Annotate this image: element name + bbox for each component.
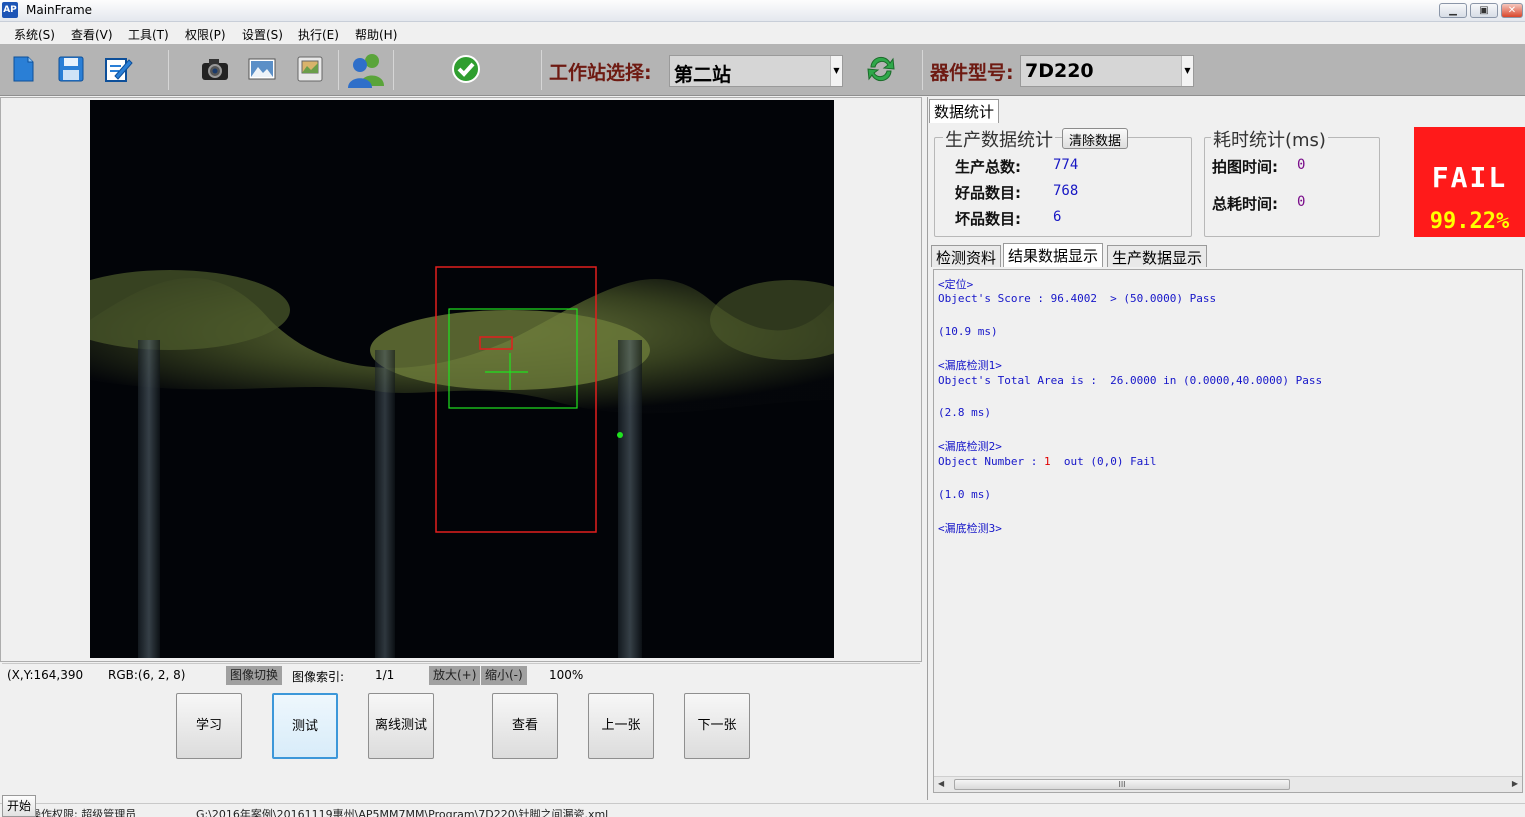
bad-count-label: 坏品数目: — [955, 210, 1021, 228]
camera-icon[interactable] — [200, 54, 230, 84]
test-button[interactable]: 测试 — [272, 693, 338, 759]
toolbar-separator — [168, 50, 169, 90]
tab-production-data[interactable]: 生产数据显示 — [1107, 245, 1208, 267]
capture-time-label: 拍图时间: — [1212, 158, 1278, 176]
good-count-value: 768 — [1053, 183, 1079, 199]
log-line: (1.0 ms) — [938, 488, 991, 501]
scrollbar-thumb[interactable]: III — [954, 779, 1290, 790]
minimize-button[interactable]: ▁ — [1439, 3, 1467, 18]
image-panel — [0, 97, 922, 662]
station-select[interactable]: 第二站 ▼ — [669, 55, 843, 87]
previous-image-button[interactable]: 上一张 — [588, 693, 654, 759]
tab-inspection-info[interactable]: 检测资料 — [931, 245, 1002, 267]
app-icon: AP — [2, 2, 18, 18]
save-icon[interactable] — [56, 54, 86, 84]
inspection-image — [90, 100, 834, 658]
production-stats-title: 生产数据统计 — [943, 126, 1055, 152]
menu-help[interactable]: 帮助(H) — [355, 26, 397, 43]
log-line: <漏底检测2> — [938, 440, 1002, 453]
log-line: <定位> — [938, 278, 974, 291]
capture-time-value: 0 — [1297, 157, 1306, 173]
device-select[interactable]: 7D220 ▼ — [1020, 55, 1194, 87]
edit-icon[interactable] — [103, 54, 133, 84]
yield-rate: 99.22% — [1429, 209, 1510, 234]
time-stats-group: 耗时统计(ms) — [1204, 126, 1380, 237]
image-status-strip: (X,Y:164,390 RGB:(6, 2, 8) 图像切换 图像索引: 1/… — [2, 663, 920, 686]
start-button[interactable]: 开始 — [2, 795, 36, 817]
program-path: G:\2016年案例\20161119惠州\AP5MM7MM\Program\7… — [196, 808, 609, 817]
total-count-label: 生产总数: — [955, 158, 1021, 176]
view-button[interactable]: 查看 — [492, 693, 558, 759]
image-index-label: 图像索引: — [292, 670, 345, 684]
camera-image-view[interactable] — [90, 100, 834, 658]
maximize-button[interactable]: ▣ — [1470, 3, 1498, 18]
result-indicator: FAIL 99.22% — [1414, 127, 1525, 237]
permission-status: 操作权限: 超级管理员 — [30, 808, 137, 817]
zoom-in-button[interactable]: 放大(+) — [429, 666, 481, 685]
users-icon[interactable] — [347, 50, 387, 90]
next-image-button[interactable]: 下一张 — [684, 693, 750, 759]
log-object-number-prefix: Object Number : — [938, 455, 1044, 468]
log-line: (2.8 ms) — [938, 406, 991, 419]
toolbar-separator — [338, 50, 339, 90]
scroll-left-icon[interactable]: ◀ — [938, 779, 944, 788]
good-count-label: 好品数目: — [955, 184, 1021, 202]
total-time-label: 总耗时间: — [1212, 195, 1278, 213]
tab-result-data[interactable]: 结果数据显示 — [1003, 243, 1104, 267]
refresh-icon[interactable] — [866, 54, 896, 84]
image-switch-button[interactable]: 图像切换 — [226, 666, 283, 685]
toolbar: 工作站选择: 第二站 ▼ 器件型号: 7D220 ▼ — [0, 44, 1525, 96]
menu-bar: 系统(S) 查看(V) 工具(T) 权限(P) 设置(S) 执行(E) 帮助(H… — [0, 22, 1525, 44]
toolbar-separator — [922, 50, 923, 90]
station-label: 工作站选择: — [549, 62, 652, 84]
pixel-rgb: RGB:(6, 2, 8) — [108, 668, 186, 682]
menu-view[interactable]: 查看(V) — [71, 26, 113, 43]
scroll-right-icon[interactable]: ▶ — [1512, 779, 1518, 788]
image-save-icon[interactable] — [295, 54, 325, 84]
total-time-value: 0 — [1297, 194, 1306, 210]
bad-count-value: 6 — [1053, 209, 1062, 225]
zoom-out-button[interactable]: 缩小(-) — [481, 666, 527, 685]
station-value: 第二站 — [674, 64, 732, 86]
menu-system[interactable]: 系统(S) — [14, 26, 55, 43]
horizontal-scrollbar[interactable]: ◀ III ▶ — [934, 776, 1522, 792]
image-index-value: 1/1 — [375, 668, 395, 682]
image-icon[interactable] — [247, 54, 277, 84]
device-label: 器件型号: — [930, 62, 1014, 84]
chevron-down-icon[interactable]: ▼ — [1181, 56, 1193, 86]
zoom-level: 100% — [549, 668, 584, 682]
toolbar-separator — [541, 50, 542, 90]
result-status: FAIL — [1431, 161, 1508, 194]
offline-test-button[interactable]: 离线测试 — [368, 693, 434, 759]
clear-data-button[interactable]: 清除数据 — [1062, 128, 1129, 149]
status-bar: 操作权限: 超级管理员 G:\2016年案例\20161119惠州\AP5MM7… — [0, 803, 1525, 817]
new-file-icon[interactable] — [9, 54, 39, 84]
result-log[interactable]: <定位> Object's Score : 96.4002 > (50.0000… — [933, 269, 1523, 793]
toolbar-separator — [393, 50, 394, 90]
log-line: Object's Total Area is : 26.0000 in (0.0… — [938, 374, 1323, 387]
chevron-down-icon[interactable]: ▼ — [830, 56, 842, 86]
log-object-number-value: 1 — [1043, 455, 1051, 468]
log-object-number-suffix: out (0,0) Fail — [1050, 455, 1157, 468]
log-line: <漏底检测3> — [938, 522, 1002, 535]
time-stats-title: 耗时统计(ms) — [1211, 126, 1328, 152]
menu-settings[interactable]: 设置(S) — [242, 26, 283, 43]
log-line: Object Number : 1 out (0,0) Fail — [938, 455, 1157, 468]
close-button[interactable]: ✕ — [1501, 3, 1523, 18]
device-value: 7D220 — [1025, 60, 1094, 82]
window-title: MainFrame — [26, 3, 93, 17]
learn-button[interactable]: 学习 — [176, 693, 242, 759]
tab-data-stats[interactable]: 数据统计 — [929, 99, 1000, 123]
cursor-coords: (X,Y:164,390 — [7, 668, 84, 682]
log-line: (10.9 ms) — [938, 325, 998, 338]
log-line: Object's Score : 96.4002 > (50.0000) Pas… — [938, 292, 1217, 305]
menu-execute[interactable]: 执行(E) — [298, 26, 339, 43]
total-count-value: 774 — [1053, 157, 1079, 173]
log-line: <漏底检测1> — [938, 359, 1002, 372]
menu-permission[interactable]: 权限(P) — [185, 26, 226, 43]
title-bar: AP MainFrame ▁ ▣ ✕ — [0, 0, 1525, 22]
menu-tools[interactable]: 工具(T) — [128, 26, 169, 43]
check-icon[interactable] — [451, 54, 481, 84]
